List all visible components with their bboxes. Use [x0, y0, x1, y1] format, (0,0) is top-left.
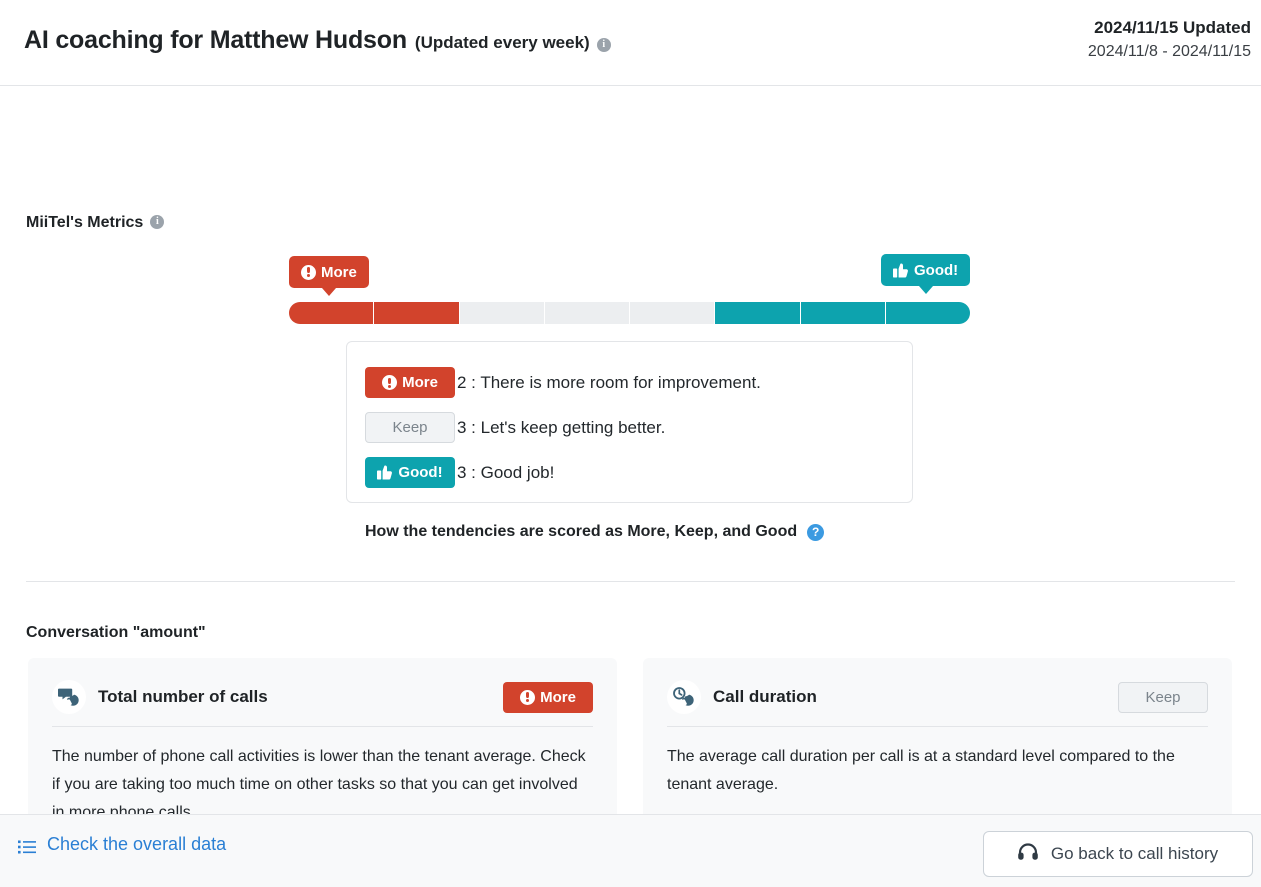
tendency-segment [545, 302, 630, 324]
metric-card-description: The number of phone call activities is l… [52, 743, 592, 814]
title-info-icon[interactable]: i [597, 38, 611, 52]
tendency-bar-track [289, 302, 970, 324]
tendency-segment [460, 302, 545, 324]
status-badge-keep: Keep [365, 412, 455, 443]
tendency-bar [289, 302, 970, 324]
check-overall-data-link[interactable]: Check the overall data [18, 834, 226, 855]
callout-more-label: More [321, 264, 357, 281]
metric-card-header-left: Call duration [667, 680, 817, 714]
tendency-segment [715, 302, 800, 324]
tendency-legend-card: More 2 : There is more room for improvem… [346, 341, 913, 503]
go-back-to-call-history-button[interactable]: Go back to call history [983, 831, 1253, 877]
legend-row: Keep 3 : Let's keep getting better. [365, 405, 912, 450]
callout-more: More [289, 256, 369, 288]
legend-pill-label: More [402, 374, 438, 391]
legend-row: Good! 3 : Good job! [365, 450, 912, 495]
tendency-segment [289, 302, 374, 324]
miitel-metrics-heading: MiiTel's Metrics i [26, 214, 164, 232]
last-updated-date: 2024/11/15 Updated [1088, 16, 1251, 40]
miitel-metrics-label: MiiTel's Metrics [26, 214, 143, 232]
page-title-subtitle: (Updated every week) [415, 33, 590, 53]
alert-icon [382, 375, 397, 390]
status-badge-more: More [365, 367, 455, 398]
metric-card-description: The average call duration per call is at… [667, 743, 1208, 799]
header-dates: 2024/11/15 Updated 2024/11/8 - 2024/11/1… [1088, 16, 1251, 64]
metrics-info-icon[interactable]: i [150, 215, 164, 229]
metric-card-badge-label: Keep [1145, 689, 1180, 706]
legend-description: 2 : There is more room for improvement. [457, 373, 761, 393]
metric-card-header: Call duration Keep [667, 676, 1208, 727]
date-range: 2024/11/8 - 2024/11/15 [1088, 40, 1251, 64]
headphones-icon [1018, 843, 1038, 865]
legend-pill-holder: More [365, 367, 457, 398]
conversation-amount-heading: Conversation "amount" [26, 624, 206, 642]
legend-row: More 2 : There is more room for improvem… [365, 360, 912, 405]
metric-card-title: Total number of calls [98, 687, 268, 707]
metric-card-header: Total number of calls More [52, 676, 593, 727]
call-clock-icon [667, 680, 701, 714]
tendency-segment [801, 302, 886, 324]
tendency-segment [886, 302, 970, 324]
alert-icon [301, 265, 316, 280]
legend-description: 3 : Let's keep getting better. [457, 418, 665, 438]
metric-card-total-calls: Total number of calls More The number of… [28, 658, 617, 814]
metric-card-list: Total number of calls More The number of… [28, 658, 1232, 814]
ai-coaching-page: AI coaching for Matthew Hudson (Updated … [0, 0, 1261, 887]
status-badge-keep: Keep [1118, 682, 1208, 713]
metric-card-badge-label: More [540, 689, 576, 706]
scoring-explanation-label: How the tendencies are scored as More, K… [365, 523, 797, 541]
list-icon [18, 838, 36, 852]
alert-icon [520, 690, 535, 705]
page-header: AI coaching for Matthew Hudson (Updated … [0, 0, 1261, 86]
page-footer: Check the overall data Go back to call h… [0, 814, 1261, 887]
status-badge-more: More [503, 682, 593, 713]
thumbs-up-icon [377, 465, 393, 480]
legend-pill-holder: Keep [365, 412, 457, 443]
page-title: AI coaching for Matthew Hudson (Updated … [24, 26, 611, 55]
metric-card-header-left: Total number of calls [52, 680, 268, 714]
help-icon[interactable]: ? [807, 524, 824, 541]
legend-pill-label: Keep [392, 419, 427, 436]
page-content: MiiTel's Metrics i More Good! [0, 86, 1261, 814]
callout-good-label: Good! [914, 262, 958, 279]
section-divider [26, 581, 1235, 582]
thumbs-up-icon [893, 263, 909, 278]
check-overall-data-label: Check the overall data [47, 834, 226, 855]
metric-card-title: Call duration [713, 687, 817, 707]
scoring-explanation: How the tendencies are scored as More, K… [365, 523, 824, 541]
metric-card-call-duration: Call duration Keep The average call dura… [643, 658, 1232, 814]
status-badge-good: Good! [365, 457, 455, 488]
callout-good: Good! [881, 254, 970, 286]
tendency-segment [374, 302, 459, 324]
tendency-segment [630, 302, 715, 324]
page-title-main: AI coaching for Matthew Hudson [24, 26, 407, 55]
legend-pill-holder: Good! [365, 457, 457, 488]
go-back-to-call-history-label: Go back to call history [1051, 844, 1218, 864]
legend-description: 3 : Good job! [457, 463, 554, 483]
legend-pill-label: Good! [398, 464, 442, 481]
call-bubble-icon [52, 680, 86, 714]
